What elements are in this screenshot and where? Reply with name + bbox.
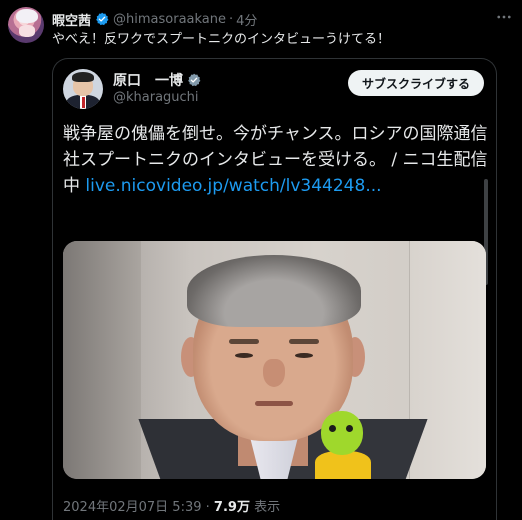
quoted-tweet-link[interactable]: live.nicovideo.jp/watch/lv344248... [85,176,381,196]
verified-badge-icon [188,73,201,87]
quoted-tweet-card[interactable]: 原口 一博 @kharaguchi サブスクライブする 戦争屋の傀儡を倒せ。今が… [52,58,497,520]
outer-avatar[interactable] [8,7,44,43]
quoted-display-name[interactable]: 原口 一博 [113,70,183,90]
outer-handle[interactable]: @himasoraakane [113,12,226,27]
quoted-avatar[interactable] [63,69,103,109]
quoted-handle[interactable]: @kharaguchi [113,90,199,105]
quoted-tweet-media-image[interactable] [63,241,486,479]
outer-timestamp[interactable]: 4分 [236,10,257,29]
outer-tweet-header: 暇空茜 @himasoraakane · 4分 [52,10,508,29]
outer-display-name[interactable]: 暇空茜 [52,10,91,29]
subscribe-button[interactable]: サブスクライブする [347,70,484,96]
header-separator: · [229,11,234,27]
meta-separator: · [205,500,210,515]
more-horizontal-icon[interactable] [494,8,514,26]
views-count: 7.9万 [213,500,250,515]
views-label: 表示 [254,500,281,515]
outer-tweet-text: やべえ！反ワクでスプートニクのインタビューうけてる！ [52,32,391,47]
quoted-timestamp[interactable]: 2024年02月07日 5:39 [63,500,202,515]
quoted-tweet-meta: 2024年02月07日 5:39 · 7.9万 表示 [63,496,280,515]
quoted-display-name-row: 原口 一博 [113,70,205,90]
quoted-tweet-body: 戦争屋の傀儡を倒せ。今がチャンス。ロシアの国際通信社スプートニクのインタビューを… [63,121,488,199]
verified-badge-icon [96,12,109,26]
